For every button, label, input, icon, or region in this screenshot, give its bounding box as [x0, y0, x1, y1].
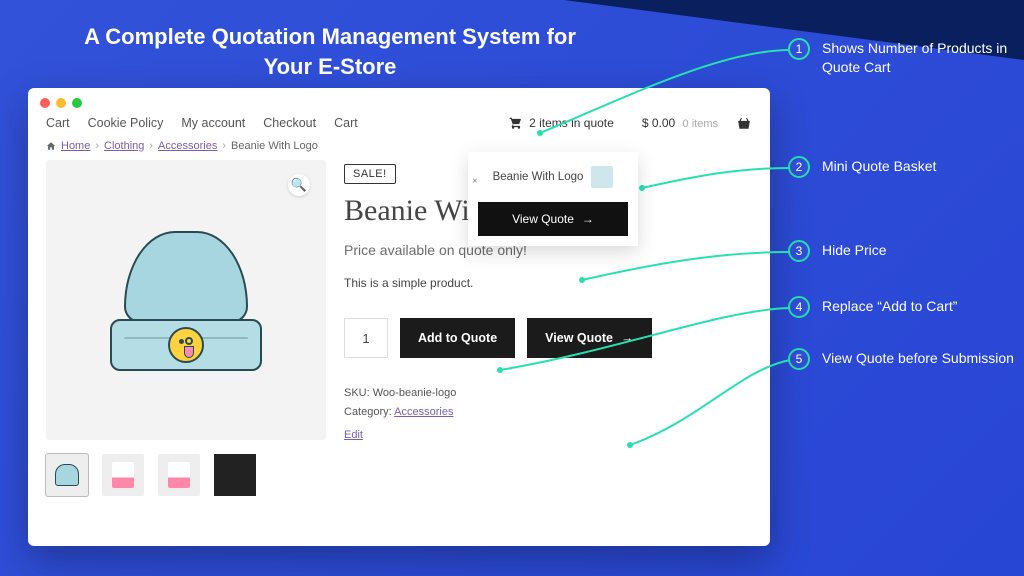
edit-link[interactable]: Edit — [344, 429, 363, 441]
thumbnail-2[interactable] — [102, 454, 144, 496]
category-link[interactable]: Accessories — [394, 406, 453, 418]
arrow-right-icon: → — [582, 212, 594, 226]
mini-quote-item[interactable]: Beanie With Logo — [478, 162, 628, 192]
chevron-right-icon: › — [149, 140, 153, 152]
add-to-quote-label: Add to Quote — [418, 331, 497, 345]
view-quote-label: View Quote — [545, 331, 613, 345]
annotation-badge: 1 — [788, 38, 810, 60]
home-icon — [46, 141, 56, 151]
nav-item-cookie-policy[interactable]: Cookie Policy — [88, 116, 164, 130]
mini-quote-view-label: View Quote — [512, 212, 574, 226]
nav-item-cart[interactable]: Cart — [46, 116, 70, 130]
category-label: Category: — [344, 406, 392, 418]
close-window-icon[interactable] — [40, 98, 50, 108]
page-headline: A Complete Quotation Management System f… — [70, 22, 590, 81]
quote-cart-widget[interactable]: 2 items in quote — [509, 116, 614, 130]
thumbnail-4[interactable] — [214, 454, 256, 496]
zoom-icon[interactable]: 🔍 — [288, 174, 310, 196]
product-content: 🔍 SALE! Beanie With Logo Price available… — [28, 160, 770, 496]
annotation-badge: 3 — [788, 240, 810, 262]
cart-icon — [509, 116, 523, 130]
quote-cart-label: 2 items in quote — [529, 116, 614, 130]
thumbnail-3[interactable] — [158, 454, 200, 496]
product-main-image[interactable]: 🔍 — [46, 160, 326, 440]
nav-item-cart-2[interactable]: Cart — [334, 116, 358, 130]
annotation-badge: 2 — [788, 156, 810, 178]
breadcrumb-current: Beanie With Logo — [231, 140, 318, 152]
breadcrumb-accessories[interactable]: Accessories — [158, 140, 217, 152]
breadcrumb: Home › Clothing › Accessories › Beanie W… — [28, 140, 770, 160]
basket-icon[interactable] — [736, 117, 752, 130]
sku-label: SKU: — [344, 387, 370, 399]
annotation-badge: 4 — [788, 296, 810, 318]
nav-links: Cart Cookie Policy My account Checkout C… — [46, 116, 358, 130]
mini-quote-view-button[interactable]: View Quote → — [478, 202, 628, 236]
annotation-text: Replace “Add to Cart” — [822, 297, 957, 316]
annotation-badge: 5 — [788, 348, 810, 370]
price-items: 0 items — [683, 118, 718, 130]
annotation-text: Hide Price — [822, 241, 887, 260]
chevron-right-icon: › — [222, 140, 226, 152]
window-controls — [28, 88, 770, 114]
product-description: This is a simple product. — [344, 276, 752, 290]
breadcrumb-home[interactable]: Home — [61, 140, 90, 152]
add-to-quote-button[interactable]: Add to Quote — [400, 318, 515, 358]
beanie-illustration — [106, 225, 266, 375]
annotation-2: 2 Mini Quote Basket — [788, 156, 936, 178]
mini-quote-thumb — [591, 166, 613, 188]
nav-item-my-account[interactable]: My account — [181, 116, 245, 130]
annotation-3: 3 Hide Price — [788, 240, 887, 262]
nav-item-checkout[interactable]: Checkout — [263, 116, 316, 130]
top-nav: Cart Cookie Policy My account Checkout C… — [28, 114, 770, 140]
chevron-right-icon: › — [95, 140, 99, 152]
thumbnail-strip — [46, 454, 326, 496]
browser-window: Cart Cookie Policy My account Checkout C… — [28, 88, 770, 546]
annotation-5: 5 View Quote before Submission — [788, 348, 1014, 370]
quantity-input[interactable] — [344, 318, 388, 358]
product-meta: SKU: Woo-beanie-logo Category: Accessori… — [344, 384, 752, 421]
price-amount: $ 0.00 — [642, 116, 675, 130]
annotation-1: 1 Shows Number of Products in Quote Cart — [788, 38, 1014, 77]
minimize-window-icon[interactable] — [56, 98, 66, 108]
annotation-4: 4 Replace “Add to Cart” — [788, 296, 957, 318]
mini-quote-basket: × Beanie With Logo View Quote → — [468, 152, 638, 246]
arrow-right-icon: → — [621, 331, 634, 345]
maximize-window-icon[interactable] — [72, 98, 82, 108]
product-actions: Add to Quote View Quote → — [344, 318, 752, 358]
thumbnail-1[interactable] — [46, 454, 88, 496]
annotation-text: View Quote before Submission — [822, 349, 1014, 368]
annotation-text: Mini Quote Basket — [822, 157, 936, 176]
view-quote-button[interactable]: View Quote → — [527, 318, 651, 358]
breadcrumb-clothing[interactable]: Clothing — [104, 140, 144, 152]
price-widget[interactable]: $ 0.00 0 items — [642, 116, 718, 130]
sku-value: Woo-beanie-logo — [373, 387, 457, 399]
annotation-text: Shows Number of Products in Quote Cart — [822, 39, 1014, 77]
product-gallery: 🔍 — [46, 160, 326, 496]
sale-badge: SALE! — [344, 164, 396, 184]
mini-quote-item-name: Beanie With Logo — [493, 171, 584, 183]
mini-quote-close-icon[interactable]: × — [472, 176, 478, 187]
